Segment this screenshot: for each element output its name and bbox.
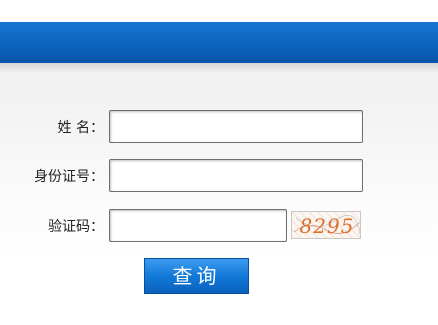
name-label: 姓 名： xyxy=(57,120,104,136)
id-number-label: 身份证号： xyxy=(34,169,104,185)
captcha-image[interactable]: 8295 xyxy=(291,211,361,239)
id-number-row: 身份证号： xyxy=(0,159,438,195)
header-shadow xyxy=(0,63,438,73)
top-margin xyxy=(0,0,438,22)
captcha-row: 验证码： 8295 xyxy=(0,209,438,245)
name-input[interactable] xyxy=(109,110,363,143)
id-number-input[interactable] xyxy=(109,159,363,192)
header-bar xyxy=(0,22,438,63)
query-page: 姓 名： 身份证号： 验证码： 8295 查询 xyxy=(0,0,438,325)
captcha-text: 8295 xyxy=(299,214,355,238)
captcha-input[interactable] xyxy=(109,209,287,242)
name-row: 姓 名： xyxy=(0,110,438,146)
captcha-label: 验证码： xyxy=(48,219,104,235)
query-button[interactable]: 查询 xyxy=(144,258,249,294)
